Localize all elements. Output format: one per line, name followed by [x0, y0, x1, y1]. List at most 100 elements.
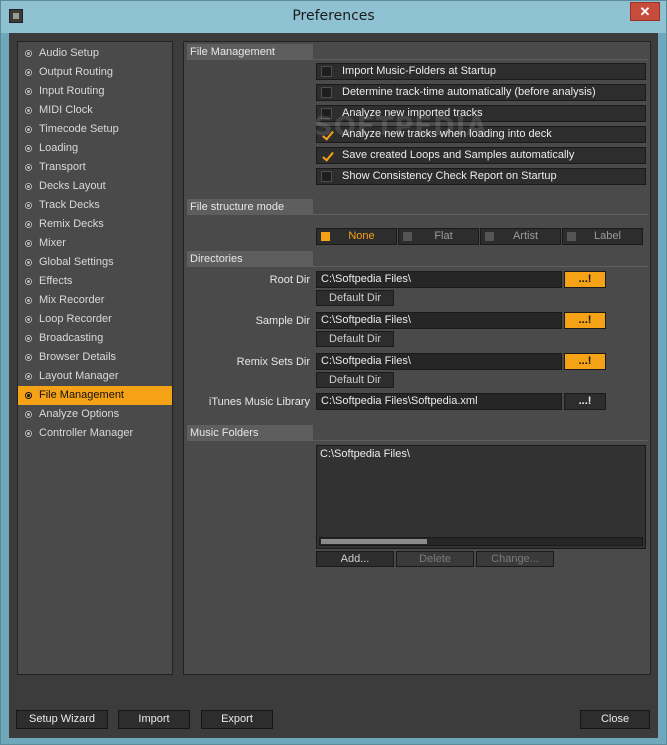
sidebar-item-effects[interactable]: Effects: [18, 272, 172, 291]
sidebar-item-controller-manager[interactable]: Controller Manager: [18, 424, 172, 443]
settings-panel: File Management Import Music-Folders at …: [183, 41, 651, 675]
change-folder-button[interactable]: Change...: [476, 551, 554, 567]
sidebar-item-label: Analyze Options: [39, 408, 120, 420]
sidebar-item-label: Loop Recorder: [39, 313, 112, 325]
sidebar-item-file-management[interactable]: File Management: [18, 386, 172, 405]
sidebar-item-decks-layout[interactable]: Decks Layout: [18, 177, 172, 196]
remix-sets-dir-field[interactable]: C:\Softpedia Files\: [316, 353, 562, 370]
sidebar-item-label: Decks Layout: [39, 180, 106, 192]
radio-bullet-icon: [25, 240, 32, 247]
sidebar-item-remix-decks[interactable]: Remix Decks: [18, 215, 172, 234]
sidebar-item-input-routing[interactable]: Input Routing: [18, 82, 172, 101]
window-close-button[interactable]: ✕: [630, 2, 660, 21]
structure-option-artist[interactable]: Artist: [480, 228, 561, 245]
sidebar-item-label: Effects: [39, 275, 73, 287]
checkmark-icon: [321, 150, 332, 161]
sidebar-item-mixer[interactable]: Mixer: [18, 234, 172, 253]
radio-bullet-icon: [25, 354, 32, 361]
sidebar-item-label: Timecode Setup: [39, 123, 119, 135]
radio-bullet-icon: [25, 297, 32, 304]
delete-folder-button[interactable]: Delete: [396, 551, 474, 567]
preferences-window: Preferences ✕ Audio Setup Output Routing…: [0, 0, 667, 745]
sidebar-item-global-settings[interactable]: Global Settings: [18, 253, 172, 272]
sidebar-item-label: Broadcasting: [39, 332, 104, 344]
sidebar-item-audio-setup[interactable]: Audio Setup: [18, 44, 172, 63]
sidebar-item-layout-manager[interactable]: Layout Manager: [18, 367, 172, 386]
itunes-library-browse-button[interactable]: ...!: [564, 393, 606, 410]
sidebar-item-label: Output Routing: [39, 66, 113, 78]
section-header-file-management: File Management: [187, 44, 313, 60]
radio-bullet-icon: [25, 430, 32, 437]
section-header-music-folders: Music Folders: [187, 425, 313, 441]
root-dir-field[interactable]: C:\Softpedia Files\: [316, 271, 562, 288]
sidebar-item-label: Track Decks: [39, 199, 100, 211]
radio-bullet-icon: [25, 183, 32, 190]
radio-bullet-icon: [25, 88, 32, 95]
remix-sets-dir-browse-button[interactable]: ...!: [564, 353, 606, 370]
sidebar-item-browser-details[interactable]: Browser Details: [18, 348, 172, 367]
radio-square-icon: [403, 232, 412, 241]
title-bar[interactable]: Preferences ✕: [1, 1, 666, 33]
sidebar-item-timecode-setup[interactable]: Timecode Setup: [18, 120, 172, 139]
structure-option-label[interactable]: Label: [562, 228, 643, 245]
sidebar-item-label: Mix Recorder: [39, 294, 105, 306]
structure-option-flat[interactable]: Flat: [398, 228, 479, 245]
remix-sets-dir-label: Remix Sets Dir: [236, 356, 310, 368]
sidebar-item-broadcasting[interactable]: Broadcasting: [18, 329, 172, 348]
sidebar-item-label: Mixer: [39, 237, 66, 249]
export-button[interactable]: Export: [201, 710, 273, 729]
sidebar-item-output-routing[interactable]: Output Routing: [18, 63, 172, 82]
sidebar-item-transport[interactable]: Transport: [18, 158, 172, 177]
sidebar-item-track-decks[interactable]: Track Decks: [18, 196, 172, 215]
radio-bullet-icon: [25, 164, 32, 171]
sidebar-item-analyze-options[interactable]: Analyze Options: [18, 405, 172, 424]
list-item[interactable]: C:\Softpedia Files\: [320, 448, 642, 460]
sidebar: Audio Setup Output Routing Input Routing…: [17, 41, 173, 675]
radio-bullet-icon: [25, 69, 32, 76]
music-folders-list[interactable]: C:\Softpedia Files\: [316, 445, 646, 549]
option-determine-track-time[interactable]: Determine track-time automatically (befo…: [316, 84, 646, 101]
sidebar-item-midi-clock[interactable]: MIDI Clock: [18, 101, 172, 120]
structure-option-label: Flat: [434, 230, 453, 242]
horizontal-scrollbar[interactable]: [319, 537, 643, 546]
option-consistency-report[interactable]: Show Consistency Check Report on Startup: [316, 168, 646, 185]
itunes-library-field[interactable]: C:\Softpedia Files\Softpedia.xml: [316, 393, 562, 410]
close-button[interactable]: Close: [580, 710, 650, 729]
sidebar-item-label: Controller Manager: [39, 427, 134, 439]
sidebar-item-label: MIDI Clock: [39, 104, 93, 116]
sidebar-item-mix-recorder[interactable]: Mix Recorder: [18, 291, 172, 310]
setup-wizard-button[interactable]: Setup Wizard: [16, 710, 108, 729]
section-divider: [187, 440, 648, 441]
option-label: Import Music-Folders at Startup: [342, 65, 497, 77]
sidebar-item-loop-recorder[interactable]: Loop Recorder: [18, 310, 172, 329]
option-label: Save created Loops and Samples automatic…: [342, 149, 575, 161]
option-save-loops-samples[interactable]: Save created Loops and Samples automatic…: [316, 147, 646, 164]
sidebar-item-label: Transport: [39, 161, 86, 173]
radio-bullet-icon: [25, 316, 32, 323]
radio-bullet-icon: [25, 50, 32, 57]
root-dir-default-button[interactable]: Default Dir: [316, 290, 394, 306]
structure-option-label: Artist: [512, 230, 539, 242]
checkbox-icon: [321, 66, 332, 77]
radio-bullet-icon: [25, 221, 32, 228]
radio-bullet-icon: [25, 411, 32, 418]
option-label: Determine track-time automatically (befo…: [342, 86, 596, 98]
sample-dir-browse-button[interactable]: ...!: [564, 312, 606, 329]
option-import-music-folders[interactable]: Import Music-Folders at Startup: [316, 63, 646, 80]
radio-bullet-icon: [25, 202, 32, 209]
radio-square-icon: [321, 232, 330, 241]
add-folder-button[interactable]: Add...: [316, 551, 394, 567]
import-button[interactable]: Import: [118, 710, 190, 729]
root-dir-label: Root Dir: [269, 274, 310, 286]
section-header-directories: Directories: [187, 251, 313, 267]
remix-sets-dir-default-button[interactable]: Default Dir: [316, 372, 394, 388]
structure-option-none[interactable]: None: [316, 228, 397, 245]
sidebar-item-loading[interactable]: Loading: [18, 139, 172, 158]
sidebar-item-label: Audio Setup: [39, 47, 99, 59]
root-dir-browse-button[interactable]: ...!: [564, 271, 606, 288]
sample-dir-default-button[interactable]: Default Dir: [316, 331, 394, 347]
itunes-library-label: iTunes Music Library: [208, 396, 310, 408]
sidebar-item-label: Remix Decks: [39, 218, 104, 230]
scrollbar-thumb[interactable]: [321, 539, 427, 544]
sample-dir-field[interactable]: C:\Softpedia Files\: [316, 312, 562, 329]
